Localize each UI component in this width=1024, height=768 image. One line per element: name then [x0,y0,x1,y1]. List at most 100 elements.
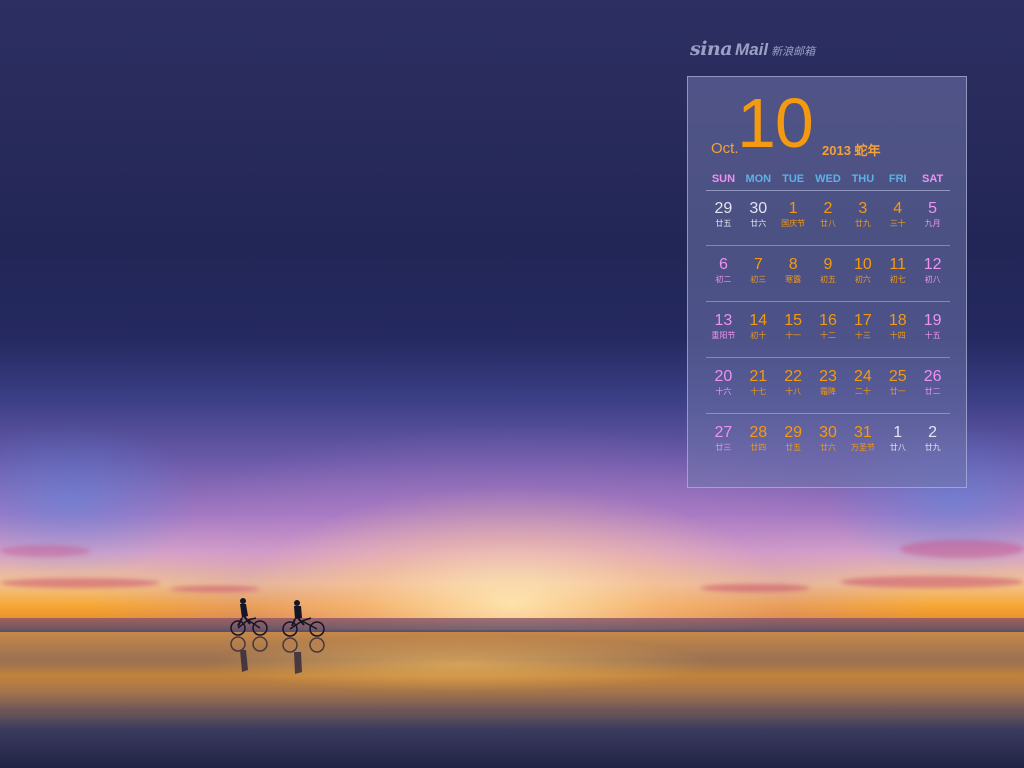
weekday-tue: TUE [782,173,805,185]
day-number: 29 [714,200,733,217]
day-number: 2 [823,200,833,217]
calendar-week-row: 29 廿五 30 廿六 1 国庆节 2 廿八 3 廿九 4 三十 5 九月 [706,190,950,246]
day-number: 15 [784,312,803,329]
day-number: 3 [858,200,868,217]
calendar-day-cell: 5 九月 [915,190,950,245]
calendar-day-cell: 18 十四 [880,302,915,357]
lunar-date-label: 廿四 [750,443,767,452]
lunar-date-label: 初五 [820,275,836,284]
lunar-date-label: 霜降 [820,387,836,396]
day-number: 31 [853,424,872,441]
day-number: 11 [889,256,907,273]
calendar-week-row: 20 十六 21 十七 22 十八 23 霜降 24 二十 25 廿一 26 廿二 [706,358,950,414]
calendar-day-cell: 14 初十 [741,302,776,357]
day-number: 10 [853,256,872,273]
lunar-date-label: 廿八 [889,443,906,452]
calendar-day-cell: 10 初六 [845,246,880,301]
lunar-date-label: 十四 [889,331,906,340]
lunar-date-label: 初三 [750,275,767,284]
calendar-day-cell: 29 廿五 [776,414,811,470]
lunar-date-label: 十三 [854,331,871,340]
calendar-day-cell: 31 万圣节 [845,414,880,470]
lunar-date-label: 廿一 [889,387,906,396]
day-number: 9 [823,256,833,273]
calendar-week-row: 27 廿三 28 廿四 29 廿五 30 廿六 31 万圣节 1 廿八 2 廿九 [706,414,950,470]
cloud-streak [170,586,260,592]
lunar-date-label: 重阳节 [711,331,736,340]
logo-product: Mail [735,40,769,59]
calendar-day-cell: 2 廿八 [811,190,846,245]
calendar-day-cell: 3 廿九 [845,190,880,245]
day-number: 22 [784,368,803,385]
calendar-day-cell: 1 廿八 [880,414,915,470]
lunar-date-label: 初八 [924,275,941,284]
calendar-day-cell: 11 初七 [880,246,915,301]
calendar-day-cell: 27 廿三 [706,414,741,470]
year-label: 2013 蛇年 [822,143,881,158]
day-number: 16 [819,312,837,329]
calendar-day-cell: 19 十五 [915,302,950,357]
weekday-thu: THU [851,173,875,185]
weekday-sat: SAT [921,173,944,185]
day-number: 17 [853,312,872,329]
calendar-grid: 29 廿五 30 廿六 1 国庆节 2 廿八 3 廿九 4 三十 5 九月 6 初二 7 初三 8 寒露 9 初五 10 初六… [706,190,950,470]
calendar-day-cell: 13 重阳节 [706,302,741,357]
day-number: 2 [928,424,938,441]
day-number: 30 [819,424,837,441]
calendar-day-cell: 15 十一 [776,302,811,357]
lunar-date-label: 十一 [785,331,802,340]
calendar-day-cell: 22 十八 [776,358,811,413]
calendar-day-cell: 21 十七 [741,358,776,413]
calendar-day-cell: 1 国庆节 [776,190,811,245]
weekday-sun: SUN [711,173,736,185]
lunar-date-label: 国庆节 [781,219,806,228]
day-number: 25 [888,368,907,385]
day-number: 27 [714,424,733,441]
cyclists-silhouette [230,598,325,674]
calendar-day-cell: 25 廿一 [880,358,915,413]
calendar-day-cell: 8 寒露 [776,246,811,301]
sina-mail-logo: sina Mail 新浪邮箱 [690,38,815,60]
lunar-date-label: 三十 [889,219,906,228]
weekday-mon: MON [745,173,772,185]
lunar-date-label: 初七 [889,275,906,284]
day-number: 19 [923,312,942,329]
calendar-day-cell: 29 廿五 [706,190,741,245]
lunar-date-label: 寒露 [785,275,802,284]
calendar-day-cell: 12 初八 [915,246,950,301]
lunar-date-label: 廿三 [715,443,732,452]
day-number: 8 [788,256,798,273]
day-number: 29 [784,424,803,441]
calendar-day-cell: 28 廿四 [741,414,776,470]
cloud-streak [0,578,160,588]
month-number: 10 [737,84,814,162]
lunar-date-label: 廿九 [924,443,941,452]
day-number: 6 [718,256,728,273]
day-number: 4 [893,200,903,217]
desktop-wallpaper: sina Mail 新浪邮箱 Oct. 10 2013 蛇年 SUN MON TUE… [0,0,1024,768]
day-number: 30 [749,200,768,217]
lunar-date-label: 初六 [854,275,871,284]
cloud-streak [900,540,1024,558]
cloud-streak [700,584,810,592]
weekday-wed: WED [815,173,841,185]
lunar-date-label: 初二 [715,275,732,284]
cloud-streak [0,545,90,557]
lunar-date-label: 廿六 [820,443,836,452]
calendar-day-cell: 2 廿九 [915,414,950,470]
day-number: 5 [928,200,938,217]
day-number: 28 [749,424,768,441]
lunar-date-label: 十五 [924,331,941,340]
lunar-date-label: 十六 [715,387,732,396]
logo-chinese-name: 新浪邮箱 [771,45,816,58]
calendar-day-cell: 6 初二 [706,246,741,301]
lunar-date-label: 廿二 [924,387,941,396]
calendar-day-cell: 17 十三 [845,302,880,357]
beach-reflection [0,632,1024,712]
day-number: 13 [714,312,733,329]
calendar-week-row: 6 初二 7 初三 8 寒露 9 初五 10 初六 11 初七 12 初八 [706,246,950,302]
month-abbreviation: Oct. [711,140,739,157]
day-number: 12 [923,256,942,273]
day-number: 23 [819,368,837,385]
calendar-week-row: 13 重阳节 14 初十 15 十一 16 十二 17 十三 18 十四 19 十五 [706,302,950,358]
